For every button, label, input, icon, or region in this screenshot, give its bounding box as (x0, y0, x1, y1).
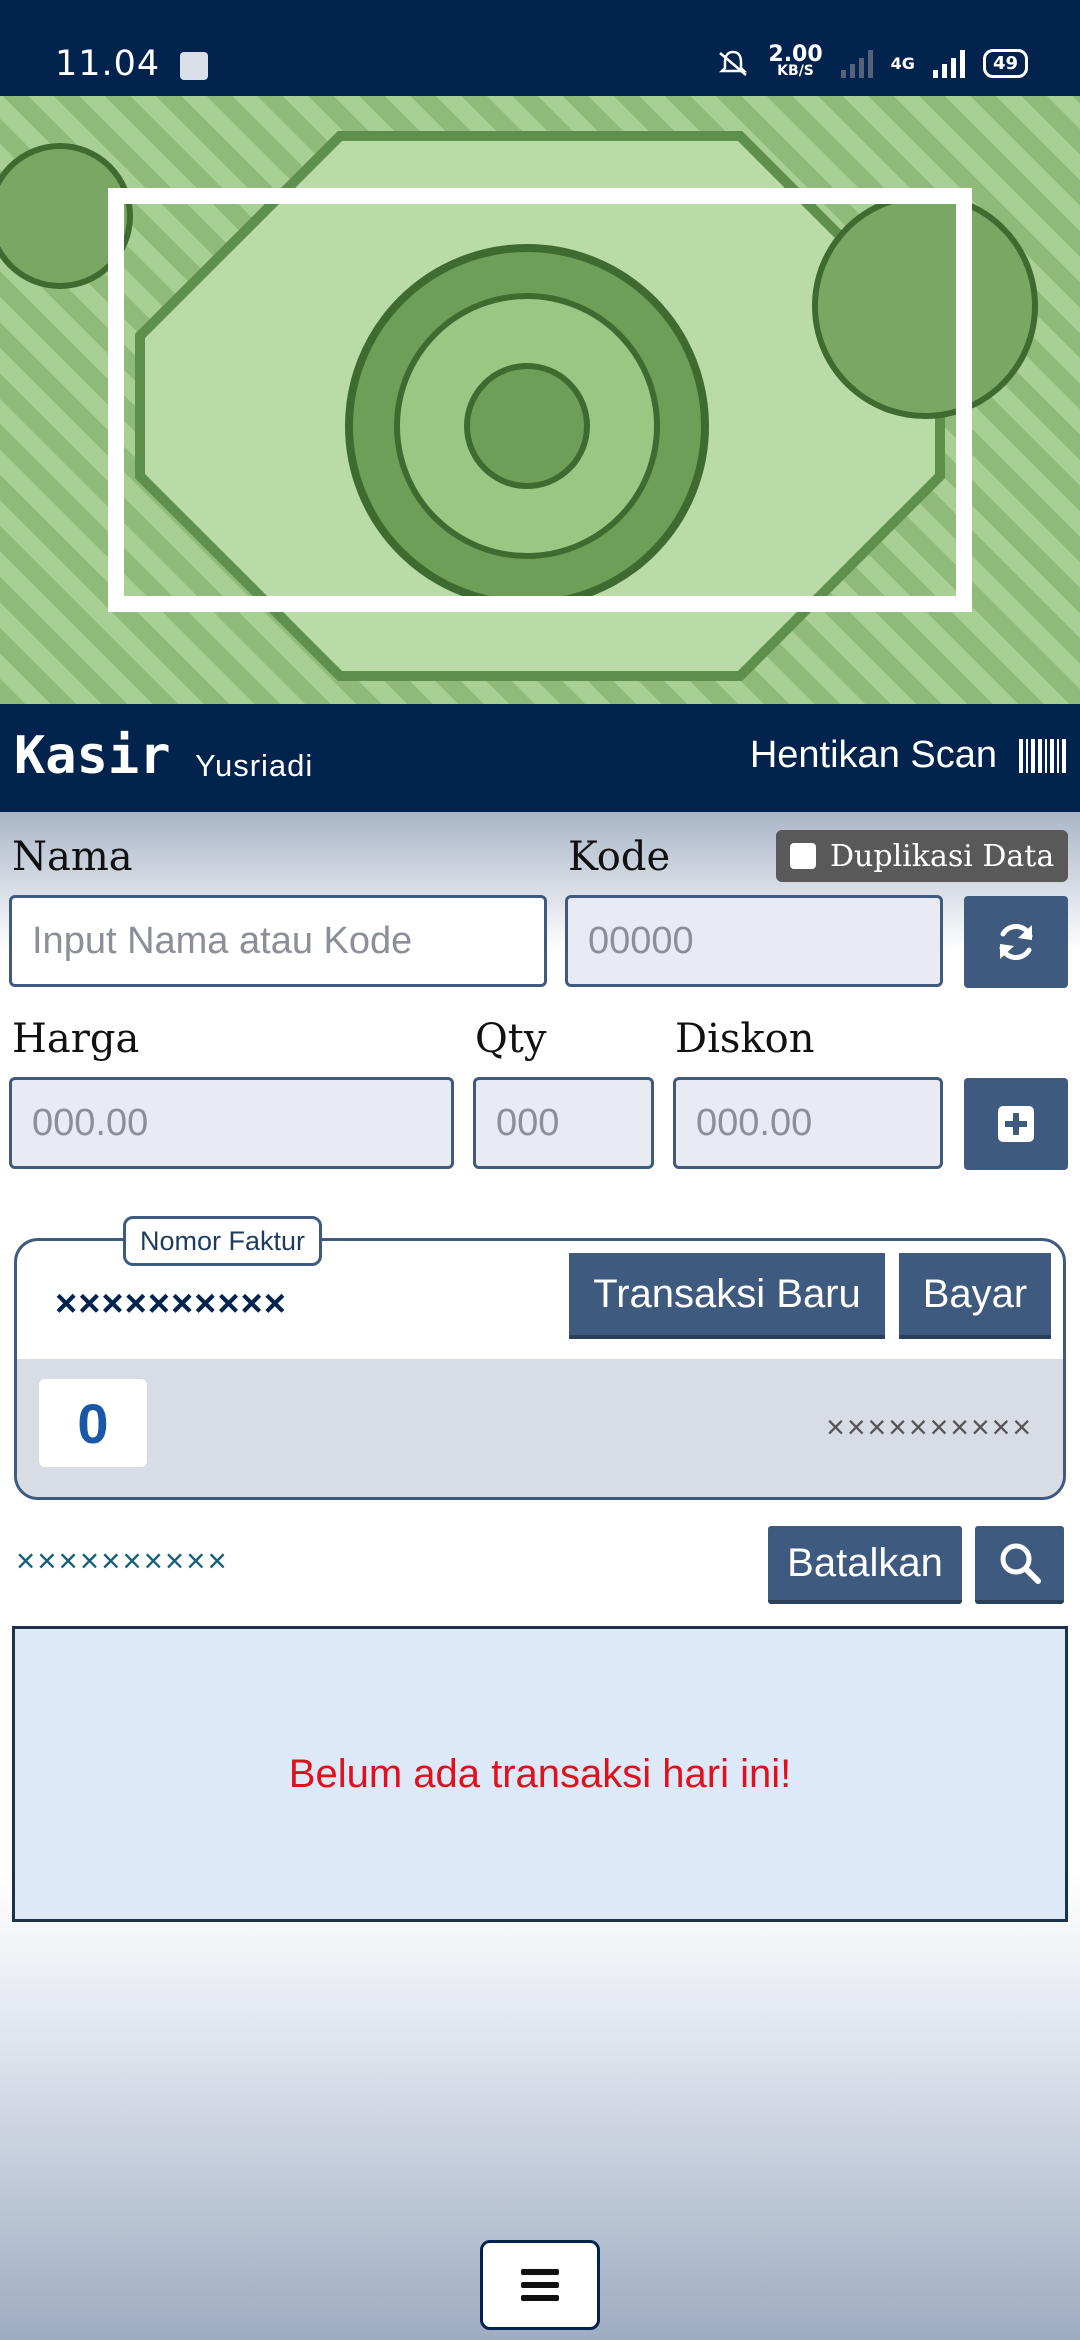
status-bar: 11.04 2.00 KB/S 4G 49 (0, 0, 1080, 96)
new-transaction-button[interactable]: Transaksi Baru (569, 1253, 885, 1339)
transactions-label: ×××××××××× (16, 1542, 229, 1579)
plus-square-icon (998, 1106, 1034, 1142)
refresh-button[interactable] (964, 896, 1068, 988)
price-label: Harga (12, 1016, 140, 1062)
camera-preview[interactable] (0, 96, 1080, 704)
app-bar: Kasir Yusriadi Hentikan Scan (0, 704, 1080, 812)
battery-icon: 49 (982, 48, 1028, 78)
cancel-button[interactable]: Batalkan (768, 1526, 962, 1604)
search-icon (1000, 1543, 1041, 1584)
duplicate-data-label: Duplikasi Data (830, 838, 1055, 874)
mute-bell-icon (719, 50, 748, 76)
signal-icon-sim1 (840, 48, 873, 78)
discount-label: Diskon (675, 1016, 815, 1062)
checkbox-box[interactable] (790, 843, 816, 869)
qty-label: Qty (475, 1016, 547, 1062)
add-item-button[interactable] (964, 1078, 1068, 1170)
stop-scan-button[interactable]: Hentikan Scan (750, 734, 1066, 777)
name-label: Nama (12, 834, 133, 880)
invoice-number: ×××××××××× (55, 1283, 287, 1325)
code-label: Kode (568, 834, 671, 880)
hamburger-icon (521, 2269, 559, 2275)
status-icons: 2.00 KB/S 4G 49 (716, 42, 1028, 80)
empty-message: Belum ada transaksi hari ini! (288, 1751, 792, 1796)
code-input-placeholder: 00000 (588, 919, 694, 962)
search-button[interactable] (975, 1526, 1064, 1604)
network-type: 4G (890, 53, 915, 73)
invoice-summary: 0 ×××××××××× (17, 1359, 1063, 1497)
signal-icon-sim2 (932, 48, 965, 78)
name-input[interactable]: Input Nama atau Kode (9, 895, 547, 987)
pay-button[interactable]: Bayar (899, 1253, 1051, 1339)
qty-input[interactable]: 000 (473, 1077, 654, 1169)
discount-input-placeholder: 000.00 (696, 1101, 813, 1144)
status-time: 11.04 (55, 44, 161, 84)
invoice-total: ×××××××××× (826, 1409, 1033, 1445)
menu-button[interactable] (480, 2240, 600, 2330)
transactions-empty-state: Belum ada transaksi hari ini! (12, 1626, 1068, 1922)
main-content: Duplikasi Data Nama Kode Input Nama atau… (0, 812, 1080, 2340)
stop-scan-label: Hentikan Scan (749, 734, 997, 776)
invoice-card: ×××××××××× Transaksi Baru Bayar 0 ××××××… (14, 1238, 1066, 1500)
refresh-icon (999, 923, 1033, 961)
code-input[interactable]: 00000 (565, 895, 943, 987)
net-speed: 2.00 KB/S (768, 42, 823, 80)
scan-frame (108, 188, 972, 612)
invoice-number-legend: Nomor Faktur (123, 1216, 323, 1266)
duplicate-data-checkbox[interactable]: Duplikasi Data (776, 830, 1068, 882)
qty-input-placeholder: 000 (496, 1101, 560, 1144)
price-input[interactable]: 000.00 (9, 1077, 454, 1169)
price-input-placeholder: 000.00 (32, 1101, 149, 1144)
discount-input[interactable]: 000.00 (673, 1077, 943, 1169)
user-name: Yusriadi (195, 748, 314, 783)
notification-app-icon (180, 52, 208, 80)
app-title: Kasir (14, 726, 171, 786)
barcode-icon (1019, 738, 1066, 773)
item-count: 0 (39, 1379, 147, 1467)
name-input-placeholder: Input Nama atau Kode (32, 919, 413, 962)
